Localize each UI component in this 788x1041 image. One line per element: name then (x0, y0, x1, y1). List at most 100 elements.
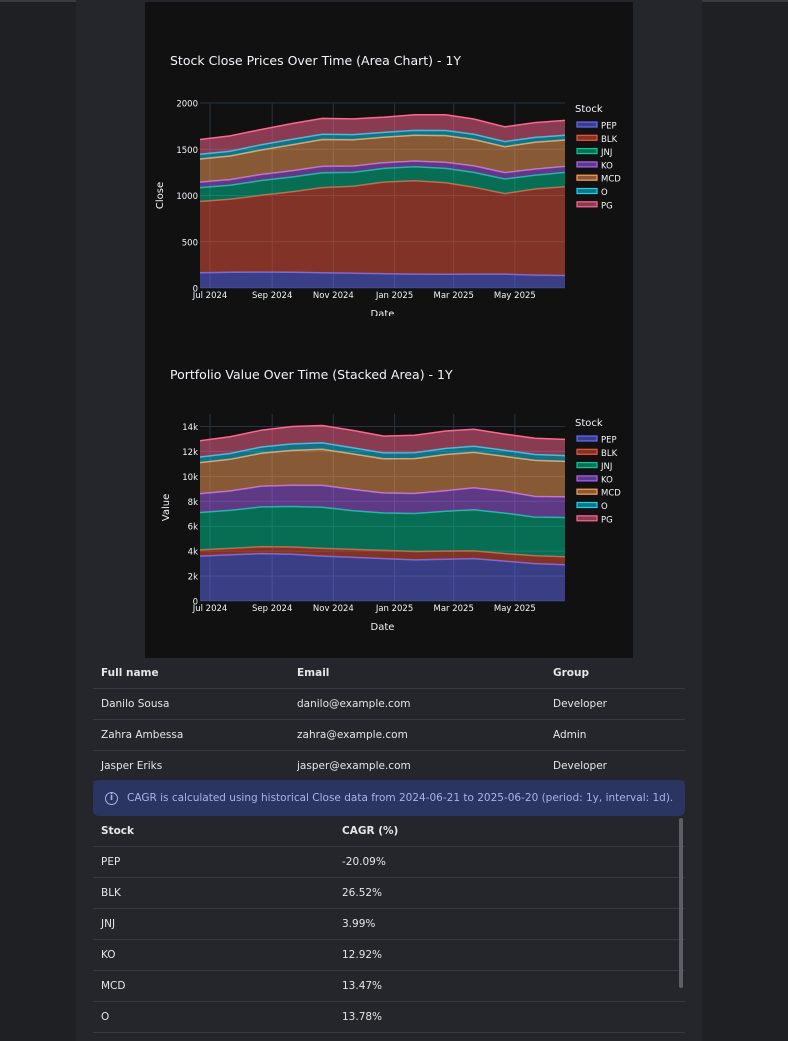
cell-email: jasper@example.com (289, 750, 545, 782)
cagr-table-header-row: Stock CAGR (%) (93, 816, 685, 847)
cagr-table-scrollbar[interactable] (679, 818, 683, 988)
cell-stock: MCD (93, 970, 334, 1002)
cell-full-name: Jasper Eriks (93, 750, 289, 782)
x-axis-title: Date (371, 309, 395, 316)
cell-full-name: Danilo Sousa (93, 688, 289, 720)
info-icon: i (105, 791, 118, 805)
x-tick-label: Nov 2024 (313, 291, 354, 301)
legend-swatch-ko (576, 475, 598, 482)
legend-swatch-pep (576, 121, 598, 128)
legend-swatch-blk (576, 448, 598, 455)
table-row[interactable]: KO 12.92% (93, 939, 685, 971)
cell-stock: JNJ (93, 908, 334, 940)
y-tick-label: 2000 (176, 100, 198, 110)
table-row[interactable]: JNJ 3.99% (93, 908, 685, 940)
legend-swatch-jnj (576, 462, 598, 469)
x-tick-label: Mar 2025 (434, 291, 474, 301)
cell-group: Admin (545, 719, 685, 751)
y-tick-label: 500 (182, 238, 198, 248)
alert-text: CAGR is calculated using historical Clos… (127, 792, 674, 804)
cell-cagr: 3.99% (334, 908, 685, 940)
legend-label-o: O (601, 502, 608, 512)
table-row[interactable]: Danilo Sousa danilo@example.com Develope… (93, 688, 685, 720)
legend-label-o: O (601, 188, 608, 198)
cell-cagr: 13.78% (334, 1001, 685, 1033)
y-axis-title: Value (161, 494, 172, 521)
x-tick-label: Jul 2024 (192, 604, 228, 614)
x-tick-label: Mar 2025 (434, 604, 474, 614)
legend-label-ko: KO (601, 475, 613, 485)
y-axis-title: Close (155, 182, 166, 209)
x-tick-label: Jul 2024 (192, 291, 228, 301)
legend-label-pep: PEP (601, 436, 617, 446)
y-tick-label: 4k (188, 548, 198, 558)
cell-cagr: 26.52% (334, 877, 685, 909)
header-cagr: CAGR (%) (334, 816, 685, 847)
legend-label-ko: KO (601, 161, 613, 171)
y-tick-label: 12k (182, 448, 198, 458)
header-email: Email (289, 658, 545, 689)
cell-group: Developer (545, 750, 685, 782)
cagr-info-alert: i CAGR is calculated using historical Cl… (93, 780, 685, 816)
legend-label-jnj: JNJ (600, 462, 612, 472)
legend-swatch-o (576, 187, 598, 195)
cell-stock: O (93, 1001, 334, 1033)
x-tick-label: May 2025 (494, 604, 536, 614)
chart-title: Stock Close Prices Over Time (Area Chart… (170, 53, 461, 68)
table-row[interactable]: BLK 26.52% (93, 877, 685, 909)
x-tick-label: Jan 2025 (375, 291, 413, 301)
y-tick-label: 10k (182, 473, 198, 483)
legend-swatch-ko (576, 161, 598, 168)
legend-swatch-pg (576, 515, 598, 522)
users-table-header-row: Full name Email Group (93, 658, 685, 689)
legend-swatch-pg (576, 201, 598, 208)
legend-label-jnj: JNJ (600, 148, 612, 158)
header-stock: Stock (93, 816, 334, 847)
legend-swatch-mcd (576, 488, 598, 495)
y-tick-label: 1000 (176, 192, 198, 202)
x-tick-label: Nov 2024 (313, 604, 354, 614)
y-tick-label: 6k (188, 523, 198, 533)
legend-swatch-blk (576, 134, 598, 141)
legend-label-pg: PG (601, 201, 613, 211)
users-table: Full name Email Group Danilo Sousa danil… (93, 658, 685, 782)
table-row[interactable]: O 13.78% (93, 1001, 685, 1033)
x-tick-label: May 2025 (494, 291, 536, 301)
legend-label-pg: PG (601, 515, 613, 525)
close-price-chart-svg[interactable]: Stock Close Prices Over Time (Area Chart… (145, 2, 633, 320)
cell-cagr: 12.92% (334, 939, 685, 971)
y-tick-label: 14k (182, 423, 198, 433)
x-axis-title: Date (371, 622, 395, 633)
cagr-table: Stock CAGR (%) PEP -20.09% BLK 26.52% JNJ 3… (93, 816, 685, 1033)
legend-label-blk: BLK (601, 135, 618, 145)
x-tick-label: Sep 2024 (252, 604, 292, 614)
table-row[interactable]: Jasper Eriks jasper@example.com Develope… (93, 750, 685, 782)
legend-swatch-jnj (576, 148, 598, 155)
legend-swatch-o (576, 501, 598, 509)
y-tick-label: 8k (188, 498, 198, 508)
chart-title: Portfolio Value Over Time (Stacked Area)… (170, 367, 453, 382)
cell-email: zahra@example.com (289, 719, 545, 751)
close-price-chart[interactable]: Stock Close Prices Over Time (Area Chart… (145, 2, 633, 320)
header-group: Group (545, 658, 685, 689)
y-tick-label: 2k (188, 573, 198, 583)
legend-title: Stock (575, 104, 603, 115)
table-row[interactable]: MCD 13.47% (93, 970, 685, 1002)
legend-label-mcd: MCD (601, 175, 621, 185)
legend-swatch-pep (576, 435, 598, 442)
cell-email: danilo@example.com (289, 688, 545, 720)
table-row[interactable]: PEP -20.09% (93, 846, 685, 878)
cell-stock: KO (93, 939, 334, 971)
cell-group: Developer (545, 688, 685, 720)
cell-cagr: -20.09% (334, 846, 685, 878)
x-tick-label: Jan 2025 (375, 604, 413, 614)
y-tick-label: 1500 (176, 146, 198, 156)
cell-full-name: Zahra Ambessa (93, 719, 289, 751)
cell-stock: BLK (93, 877, 334, 909)
header-full-name: Full name (93, 658, 289, 689)
portfolio-value-chart-svg[interactable]: Portfolio Value Over Time (Stacked Area)… (145, 316, 633, 658)
cell-cagr: 13.47% (334, 970, 685, 1002)
portfolio-value-chart[interactable]: Portfolio Value Over Time (Stacked Area)… (145, 316, 633, 658)
cell-stock: PEP (93, 846, 334, 878)
table-row[interactable]: Zahra Ambessa zahra@example.com Admin (93, 719, 685, 751)
